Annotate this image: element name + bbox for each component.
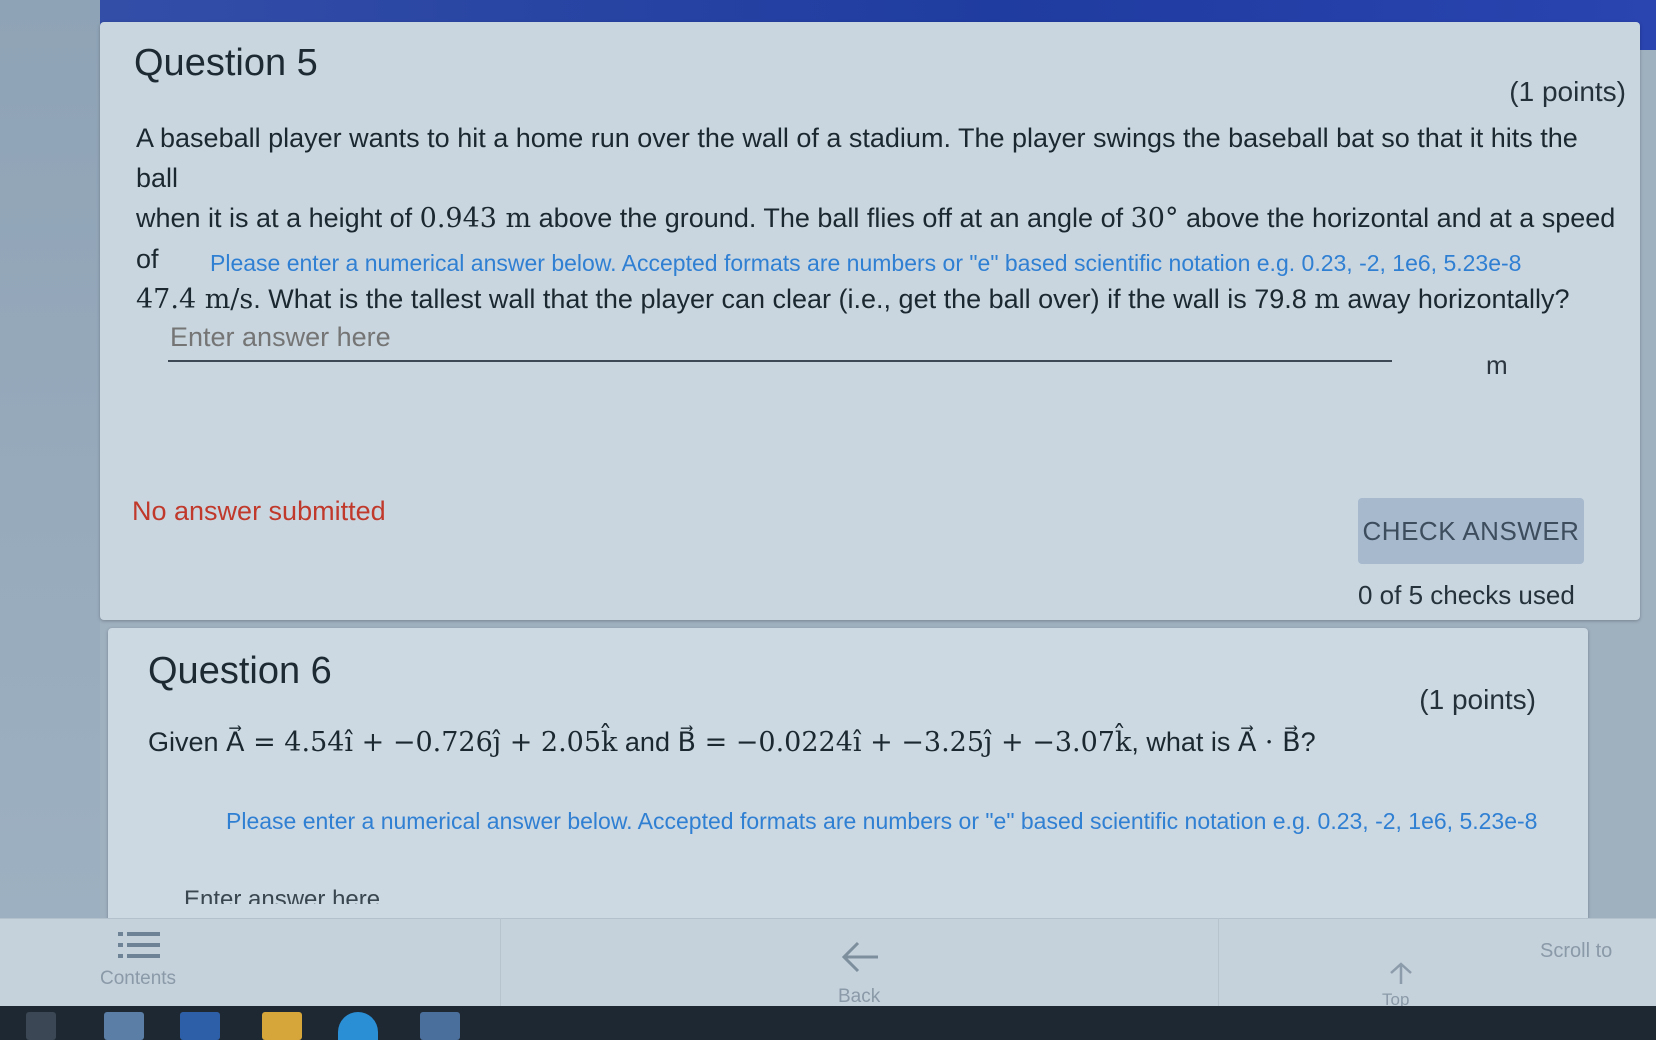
vector-a-expression: A⃗ = 4.54î + −0.726ĵ + 2.05k̂ — [226, 727, 618, 758]
contents-nav-button[interactable]: Contents — [100, 928, 230, 998]
task-view-icon[interactable] — [26, 1012, 56, 1040]
arrow-left-icon — [841, 941, 878, 973]
question-5-text: A baseball player wants to hit a home ru… — [136, 118, 1616, 320]
speed-value: 47.4 m/s — [136, 284, 254, 315]
question-6-card: Question 6 (1 points) Given A⃗ = 4.54î +… — [108, 628, 1588, 948]
answer-unit: m — [1486, 350, 1508, 380]
answer-format-hint-6: Please enter a numerical answer below. A… — [226, 808, 1538, 834]
height-value: 0.943 m — [419, 203, 532, 234]
question-6-title: Question 6 — [148, 650, 332, 692]
back-nav-button[interactable]: Back — [826, 940, 896, 1007]
angle-value: 30° — [1130, 203, 1179, 234]
nav-divider — [500, 918, 501, 1006]
answer-format-hint: Please enter a numerical answer below. A… — [210, 250, 1522, 276]
arrow-up-icon — [1390, 962, 1412, 984]
top-nav-button[interactable]: Top — [1372, 962, 1432, 1009]
nav-divider — [1218, 918, 1219, 1006]
question-6-points: (1 points) — [1419, 684, 1536, 715]
question-6-text: Given A⃗ = 4.54î + −0.726ĵ + 2.05k̂ and … — [148, 727, 1316, 758]
mail-icon[interactable] — [180, 1012, 220, 1040]
contents-label: Contents — [100, 968, 177, 989]
check-answer-button[interactable]: CHECK ANSWER — [1358, 498, 1584, 564]
question-5-points: (1 points) — [1509, 76, 1626, 107]
scroll-to-label[interactable]: Scroll to — [1540, 940, 1612, 963]
back-label: Back — [838, 986, 881, 1007]
vector-b-expression: B⃗ = −0.0224î + −3.25ĵ + −3.07k̂ — [677, 727, 1132, 758]
submission-status: No answer submitted — [132, 496, 386, 526]
dot-product-expression: A⃗ · B⃗ — [1237, 727, 1301, 758]
calculator-icon[interactable] — [104, 1012, 144, 1040]
os-taskbar — [0, 1006, 1656, 1040]
question-5-card: Question 5 (1 points) A baseball player … — [100, 22, 1640, 620]
question-5-line-1: A baseball player wants to hit a home ru… — [136, 123, 1578, 193]
left-gutter — [0, 0, 100, 920]
checks-used-counter: 0 of 5 checks used — [1358, 580, 1575, 610]
answer-input-6-placeholder[interactable]: Enter answer here — [184, 886, 380, 904]
folder-icon[interactable] — [262, 1012, 302, 1040]
app-icon[interactable] — [420, 1012, 460, 1040]
answer-input[interactable] — [168, 314, 1392, 362]
question-5-title: Question 5 — [134, 42, 318, 84]
distance-unit: m — [1314, 284, 1340, 315]
list-icon — [118, 932, 160, 958]
